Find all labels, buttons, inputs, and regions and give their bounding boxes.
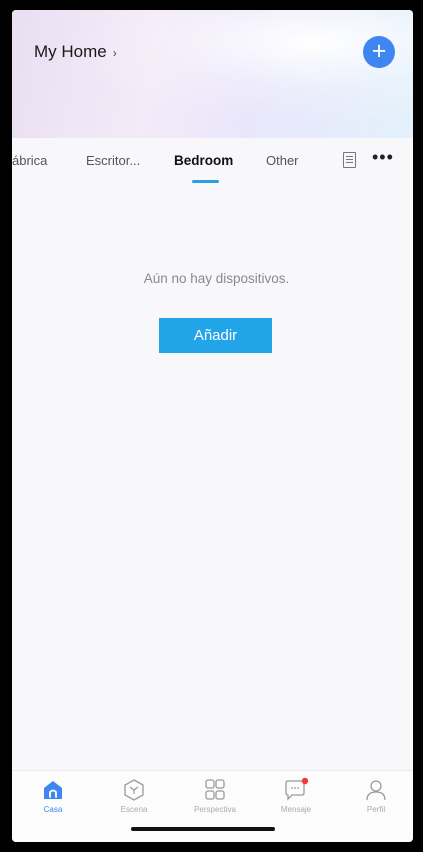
nav-label-escena: Escena xyxy=(120,805,148,814)
bottom-navigation: Casa Escena Perspectiva Mensaje Perfil xyxy=(12,770,413,842)
nav-perfil[interactable]: Perfil xyxy=(341,777,411,814)
scene-icon xyxy=(124,779,144,801)
tab-bedroom[interactable]: Bedroom xyxy=(174,153,233,168)
add-device-button[interactable]: + xyxy=(363,36,395,68)
nav-label-mensaje: Mensaje xyxy=(280,805,312,814)
nav-label-perspectiva: Perspectiva xyxy=(194,805,236,814)
home-selector[interactable]: My Home › xyxy=(34,42,117,62)
tab-escritorio[interactable]: Escritor... xyxy=(86,153,140,168)
message-icon xyxy=(285,777,309,801)
list-icon[interactable] xyxy=(343,152,356,168)
house-icon xyxy=(44,781,62,799)
active-tab-indicator xyxy=(192,180,219,183)
plus-icon: + xyxy=(371,37,387,65)
app-screen: My Home › + ábrica Escritor... Bedroom Ot… xyxy=(12,10,413,842)
tab-other[interactable]: Other xyxy=(266,153,299,168)
add-button[interactable]: Añadir xyxy=(159,318,272,353)
home-title: My Home xyxy=(34,42,107,61)
header-banner: My Home › + xyxy=(12,10,413,138)
chevron-right-icon: › xyxy=(112,46,117,60)
home-indicator[interactable] xyxy=(131,827,275,831)
nav-mensaje[interactable]: Mensaje xyxy=(261,777,331,814)
more-options-icon[interactable]: ••• xyxy=(372,147,394,168)
nav-perspectiva[interactable]: Perspectiva xyxy=(180,777,250,814)
nav-escena[interactable]: Escena xyxy=(99,777,169,814)
nav-label-casa: Casa xyxy=(43,805,63,814)
notification-badge xyxy=(301,777,309,785)
empty-state-message: Aún no hay dispositivos. xyxy=(143,271,290,286)
profile-icon xyxy=(366,780,386,801)
nav-casa[interactable]: Casa xyxy=(18,777,88,814)
nav-label-perfil: Perfil xyxy=(366,805,386,814)
tab-fabrica[interactable]: ábrica xyxy=(12,153,47,168)
grid-icon xyxy=(205,779,225,800)
